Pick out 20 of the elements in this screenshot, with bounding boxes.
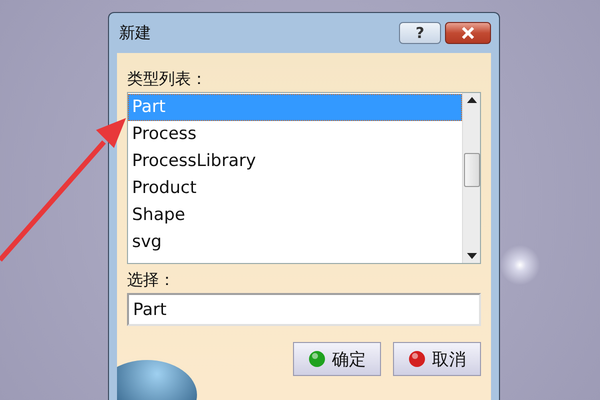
close-icon: [461, 27, 475, 39]
scrollbar-thumb[interactable]: [464, 153, 480, 187]
list-item[interactable]: Shape: [128, 202, 462, 229]
list-item[interactable]: Product: [128, 175, 462, 202]
close-button[interactable]: [445, 22, 491, 44]
list-item[interactable]: Process: [128, 121, 462, 148]
selection-field[interactable]: Part: [127, 293, 481, 326]
selection-label: 选择：: [127, 270, 175, 291]
ok-button[interactable]: 确定: [293, 342, 381, 376]
dot-icon: [408, 350, 426, 368]
list-item[interactable]: svg: [128, 229, 462, 256]
dot-icon: [308, 350, 326, 368]
list-label: 类型列表：: [127, 69, 207, 90]
scrollbar[interactable]: [462, 93, 480, 263]
list-item[interactable]: ProcessLibrary: [128, 148, 462, 175]
window-title: 新建: [118, 22, 151, 44]
cancel-button[interactable]: 取消: [393, 342, 481, 376]
help-button[interactable]: ?: [399, 22, 441, 44]
up-arrow-icon: [466, 97, 476, 103]
down-arrow-icon: [466, 253, 476, 259]
